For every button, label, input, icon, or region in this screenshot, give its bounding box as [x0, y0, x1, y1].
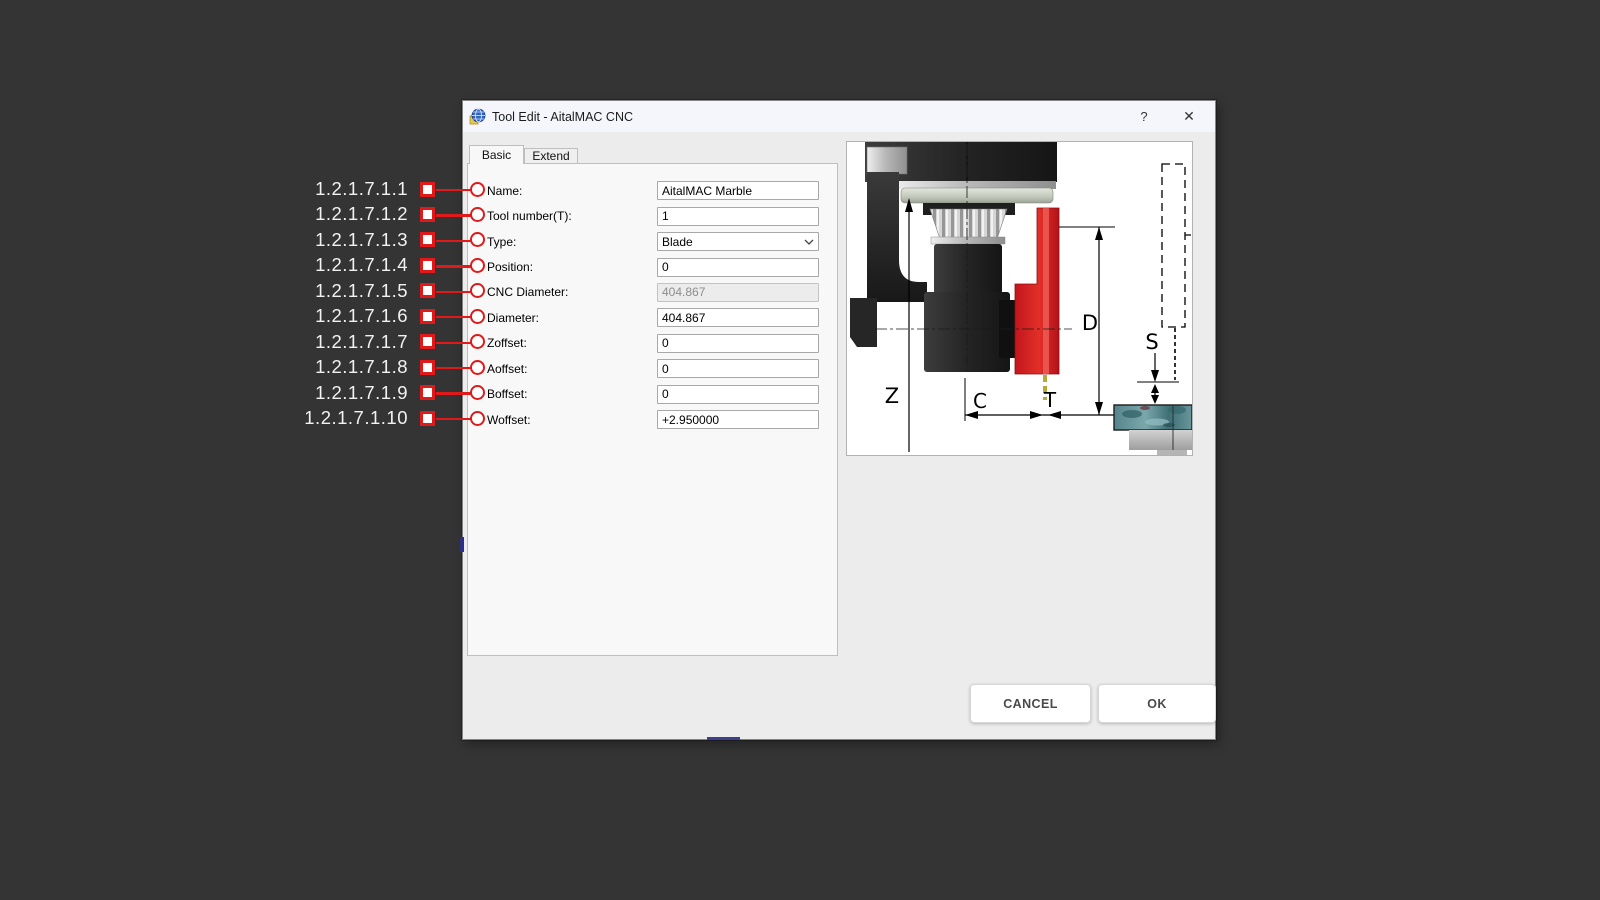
cnc-diameter-input [657, 283, 819, 302]
cancel-button[interactable]: CANCEL [970, 684, 1091, 723]
aoffset-input[interactable] [657, 359, 819, 378]
position-label: Position: [487, 260, 657, 274]
dialog-title: Tool Edit - AitalMAC CNC [492, 110, 633, 124]
screenshot-stage: Tool Edit - AitalMAC CNC ? ✕ Basic Exten… [0, 0, 1600, 900]
boffset-input[interactable] [657, 385, 819, 404]
annotation-label: 1.2.1.7.1.7 [250, 331, 408, 353]
dialog-titlebar[interactable]: Tool Edit - AitalMAC CNC [463, 101, 1215, 132]
annotation-label: 1.2.1.7.1.1 [250, 178, 408, 200]
annotation-label: 1.2.1.7.1.6 [250, 305, 408, 327]
ok-button[interactable]: OK [1098, 684, 1216, 723]
annotation-label: 1.2.1.7.1.3 [250, 229, 408, 251]
annotation-label: 1.2.1.7.1.8 [250, 356, 408, 378]
zoffset-label: Zoffset: [487, 336, 657, 350]
position-input[interactable] [657, 258, 819, 277]
globe-icon [469, 108, 486, 125]
form-row-name: Name: [487, 178, 827, 203]
tab-extend[interactable]: Extend [524, 148, 578, 164]
annotation-square-marker [420, 360, 435, 375]
form-row-zoffset: Zoffset: [487, 331, 827, 356]
form-row-cnc-diameter: CNC Diameter: [487, 280, 827, 305]
tool-diagram-image: Z C T D S [847, 142, 1192, 455]
annotation-square-marker [420, 334, 435, 349]
dim-label-d: D [1082, 311, 1098, 335]
annotation-square-marker [420, 182, 435, 197]
dim-label-c: C [973, 389, 987, 413]
name-input[interactable] [657, 181, 819, 200]
form-row-woffset: Woffset: [487, 407, 827, 432]
chevron-down-icon [804, 239, 814, 245]
diameter-label: Diameter: [487, 311, 657, 325]
annotation-label: 1.2.1.7.1.2 [250, 203, 408, 225]
boffset-label: Boffset: [487, 387, 657, 401]
annotation-square-marker [420, 411, 435, 426]
form-row-tool-number: Tool number(T): [487, 203, 827, 228]
name-label: Name: [487, 184, 657, 198]
close-button[interactable]: ✕ [1174, 101, 1204, 132]
annotation-square-marker [420, 385, 435, 400]
type-select[interactable]: Blade [657, 232, 819, 251]
annotation-square-marker [420, 258, 435, 273]
dim-label-t: T [1043, 388, 1057, 412]
tool-number-label: Tool number(T): [487, 209, 657, 223]
diameter-input[interactable] [657, 308, 819, 327]
annotation-label: 1.2.1.7.1.10 [250, 407, 408, 429]
background-artifact [707, 737, 740, 740]
form-row-boffset: Boffset: [487, 382, 827, 407]
tool-edit-dialog: Tool Edit - AitalMAC CNC ? ✕ Basic Exten… [462, 100, 1216, 740]
aoffset-label: Aoffset: [487, 362, 657, 376]
form-row-diameter: Diameter: [487, 305, 827, 330]
dim-label-z: Z [885, 384, 899, 408]
annotation-square-marker [420, 232, 435, 247]
woffset-label: Woffset: [487, 413, 657, 427]
annotation-label: 1.2.1.7.1.9 [250, 382, 408, 404]
woffset-input[interactable] [657, 410, 819, 429]
annotation-square-marker [420, 207, 435, 222]
tab-basic[interactable]: Basic [469, 145, 524, 164]
annotation-square-marker [420, 309, 435, 324]
dim-label-s: S [1145, 330, 1158, 354]
annotation-square-marker [420, 283, 435, 298]
help-button[interactable]: ? [1129, 101, 1159, 132]
cnc-diameter-label: CNC Diameter: [487, 285, 657, 299]
type-label: Type: [487, 235, 657, 249]
annotation-label: 1.2.1.7.1.4 [250, 254, 408, 276]
form-row-aoffset: Aoffset: [487, 356, 827, 381]
zoffset-input[interactable] [657, 334, 819, 353]
tool-number-input[interactable] [657, 207, 819, 226]
tool-form: Name: Tool number(T): Type: Blade Positi… [487, 178, 827, 432]
annotation-label: 1.2.1.7.1.5 [250, 280, 408, 302]
form-row-position: Position: [487, 254, 827, 279]
tool-diagram: Z C T D S [846, 141, 1193, 456]
type-select-value: Blade [662, 235, 693, 249]
background-artifact [460, 537, 464, 552]
form-row-type: Type: Blade [487, 229, 827, 254]
